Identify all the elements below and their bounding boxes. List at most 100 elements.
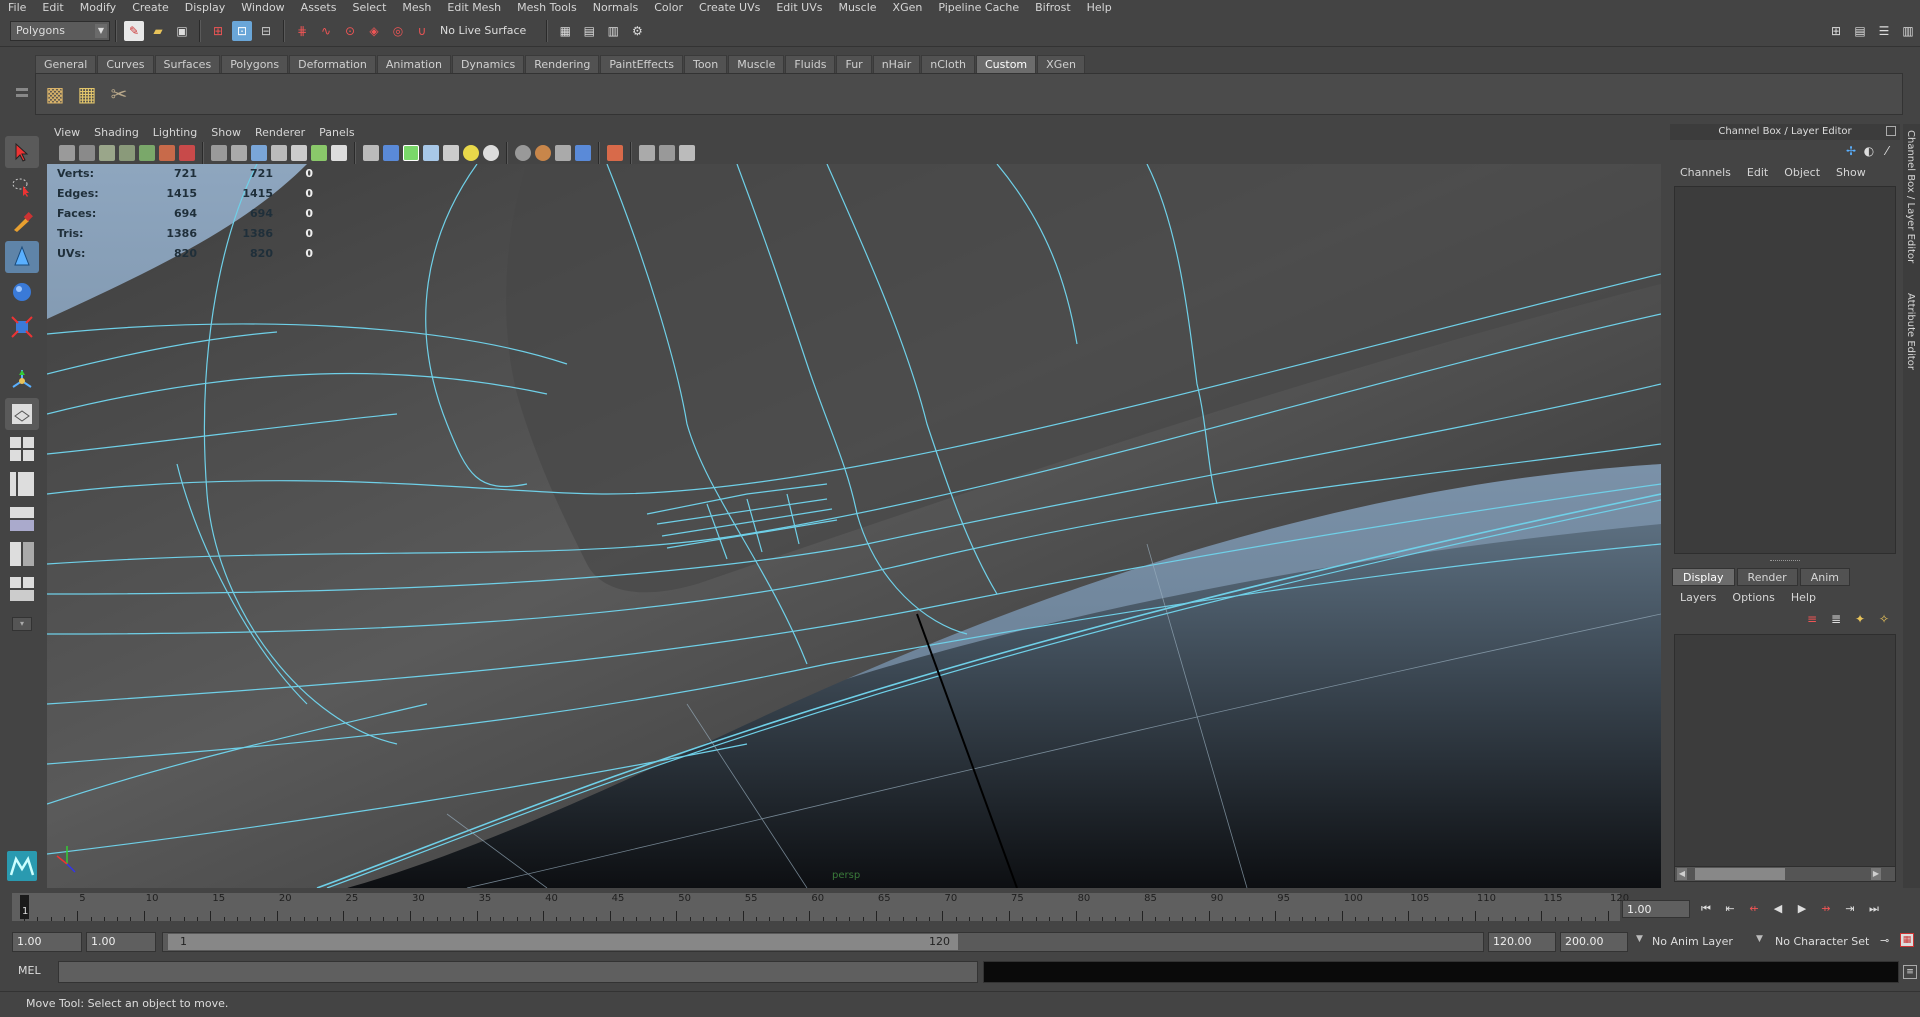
hud-toggle-icon[interactable] xyxy=(679,145,695,161)
layer-menu-options[interactable]: Options xyxy=(1724,588,1782,608)
anim-layer-label[interactable]: No Anim Layer xyxy=(1652,935,1733,948)
script-language-button[interactable]: MEL xyxy=(18,964,41,977)
shelf-tab-animation[interactable]: Animation xyxy=(376,55,451,73)
side-tab-channel-box-layer-editor[interactable]: Channel Box / Layer Editor xyxy=(1905,124,1916,269)
cube-stack-icon[interactable]: ▩ xyxy=(41,80,69,108)
render-current-icon[interactable]: ▤ xyxy=(579,21,599,41)
camera-lock-icon[interactable] xyxy=(79,145,95,161)
menu-window[interactable]: Window xyxy=(233,0,292,15)
animation-start-field[interactable]: 1.00 xyxy=(12,932,82,952)
render-view-icon[interactable]: ▦ xyxy=(555,21,575,41)
shelf-tab-toon[interactable]: Toon xyxy=(683,55,728,73)
viewport-menu-shading[interactable]: Shading xyxy=(87,124,146,142)
menu-file[interactable]: File xyxy=(0,0,34,15)
uv-grid-icon[interactable]: ▦ xyxy=(73,80,101,108)
time-slider[interactable]: 5 10 15 20 25 30 35 40 45 50 55 60 65 70 75 80 85 90 95 100… xyxy=(12,893,1629,921)
slider-icon[interactable]: ⁄ xyxy=(1880,144,1894,158)
shelf-tab-muscle[interactable]: Muscle xyxy=(728,55,785,73)
channel-list-area[interactable] xyxy=(1674,186,1896,554)
smooth-shade-icon[interactable] xyxy=(311,145,327,161)
wireframe-icon[interactable] xyxy=(291,145,307,161)
menu-color[interactable]: Color xyxy=(646,0,691,15)
safe-action-icon[interactable] xyxy=(251,145,267,161)
shelf-tab-dynamics[interactable]: Dynamics xyxy=(451,55,525,73)
all-lights-icon[interactable] xyxy=(483,145,499,161)
menu-edit[interactable]: Edit xyxy=(34,0,71,15)
chevron-down-icon[interactable]: ▼ xyxy=(1756,934,1768,944)
wireframe-on-shaded-icon[interactable] xyxy=(403,145,419,161)
snap-point-icon[interactable]: ⊙ xyxy=(340,21,360,41)
shelf-tab-painteffects[interactable]: PaintEffects xyxy=(600,55,683,73)
xray-joints-icon[interactable] xyxy=(639,145,655,161)
graph-layout-icon[interactable] xyxy=(5,503,39,535)
new-scene-icon[interactable]: ✎ xyxy=(124,20,144,41)
shelf-tab-surfaces[interactable]: Surfaces xyxy=(154,55,221,73)
menu-pipeline-cache[interactable]: Pipeline Cache xyxy=(930,0,1027,15)
play-forwards-icon[interactable]: ▶ xyxy=(1792,899,1812,919)
shelf-tab-ncloth[interactable]: nCloth xyxy=(921,55,975,73)
paint-select-icon[interactable] xyxy=(5,206,39,238)
move-layer-up-icon[interactable]: ≡ xyxy=(1802,610,1822,628)
manip-icon[interactable]: ✢ xyxy=(1844,144,1858,158)
rotate-tool-icon[interactable] xyxy=(5,276,39,308)
shelf-tab-fluids[interactable]: Fluids xyxy=(785,55,836,73)
manipulator-icon[interactable] xyxy=(5,363,39,395)
select-component-icon[interactable]: ⊟ xyxy=(256,21,276,41)
single-pane-layout-icon[interactable] xyxy=(5,398,39,430)
channel-box-menu-object[interactable]: Object xyxy=(1776,162,1828,184)
menu-modify[interactable]: Modify xyxy=(72,0,124,15)
menu-normals[interactable]: Normals xyxy=(585,0,647,15)
snap-grid-icon[interactable]: ⋕ xyxy=(292,21,312,41)
cube-wireframe-icon[interactable] xyxy=(363,145,379,161)
shelf-tab-fur[interactable]: Fur xyxy=(836,55,872,73)
motion-blur-icon[interactable] xyxy=(555,145,571,161)
menu-muscle[interactable]: Muscle xyxy=(830,0,884,15)
split-handle[interactable] xyxy=(1770,560,1800,563)
layer-menu-layers[interactable]: Layers xyxy=(1672,588,1724,608)
scale-tool-icon[interactable] xyxy=(5,311,39,343)
channel-box-menu-show[interactable]: Show xyxy=(1828,162,1874,184)
tool-settings-icon[interactable]: ☰ xyxy=(1874,21,1894,41)
magnet-icon[interactable]: ∪ xyxy=(412,21,432,41)
script-editor-icon[interactable]: ≡ xyxy=(1903,965,1917,979)
menu-bifrost[interactable]: Bifrost xyxy=(1027,0,1079,15)
four-pane-layout-icon[interactable] xyxy=(5,433,39,465)
float-panel-icon[interactable] xyxy=(1886,126,1896,136)
live-surface-label[interactable]: No Live Surface xyxy=(440,24,526,37)
render-settings-icon[interactable]: ⚙ xyxy=(627,21,647,41)
shelf-tab-curves[interactable]: Curves xyxy=(97,55,154,73)
layer-horizontal-scrollbar[interactable]: ◀ ▶ xyxy=(1674,866,1896,882)
tools-icon[interactable]: ✂ xyxy=(105,80,133,108)
open-scene-icon[interactable]: ▰ xyxy=(148,21,168,41)
step-back-key-icon[interactable]: ⇤ xyxy=(1720,899,1740,919)
menu-create-uvs[interactable]: Create UVs xyxy=(691,0,768,15)
layer-tab-anim[interactable]: Anim xyxy=(1799,568,1850,586)
image-plane-icon[interactable] xyxy=(119,145,135,161)
viewport-menu-view[interactable]: View xyxy=(47,124,87,142)
grid-icon[interactable] xyxy=(139,145,155,161)
scroll-thumb[interactable] xyxy=(1695,868,1785,880)
shelf-tab-custom[interactable]: Custom xyxy=(976,55,1037,73)
layer-list-area[interactable] xyxy=(1674,634,1896,870)
xray-icon[interactable] xyxy=(423,145,439,161)
scroll-right-icon[interactable]: ▶ xyxy=(1871,868,1881,880)
layer-tab-render[interactable]: Render xyxy=(1736,568,1798,586)
layer-menu-help[interactable]: Help xyxy=(1783,588,1824,608)
scroll-left-icon[interactable]: ◀ xyxy=(1677,868,1687,880)
channel-box-menu-edit[interactable]: Edit xyxy=(1739,162,1776,184)
attribute-editor-icon[interactable]: ▤ xyxy=(1850,21,1870,41)
hypershade-layout-icon[interactable] xyxy=(5,538,39,570)
auto-key-icon[interactable]: ⊸ xyxy=(1880,934,1889,947)
viewport-menu-show[interactable]: Show xyxy=(204,124,248,142)
shelf-tab-deformation[interactable]: Deformation xyxy=(289,55,376,73)
chevron-down-icon[interactable]: ▼ xyxy=(1636,934,1648,944)
move-tool-icon[interactable] xyxy=(5,241,39,273)
save-scene-icon[interactable]: ▣ xyxy=(172,21,192,41)
snap-view-plane-icon[interactable]: ◈ xyxy=(364,21,384,41)
lasso-tool-icon[interactable] xyxy=(5,171,39,203)
modeling-toolkit-icon[interactable]: ⊞ xyxy=(1826,21,1846,41)
isolate-select-icon[interactable] xyxy=(607,145,623,161)
ambient-occlusion-icon[interactable] xyxy=(535,145,551,161)
channel-box-icon[interactable]: ▥ xyxy=(1898,21,1918,41)
playback-start-field[interactable]: 1.00 xyxy=(86,932,156,952)
